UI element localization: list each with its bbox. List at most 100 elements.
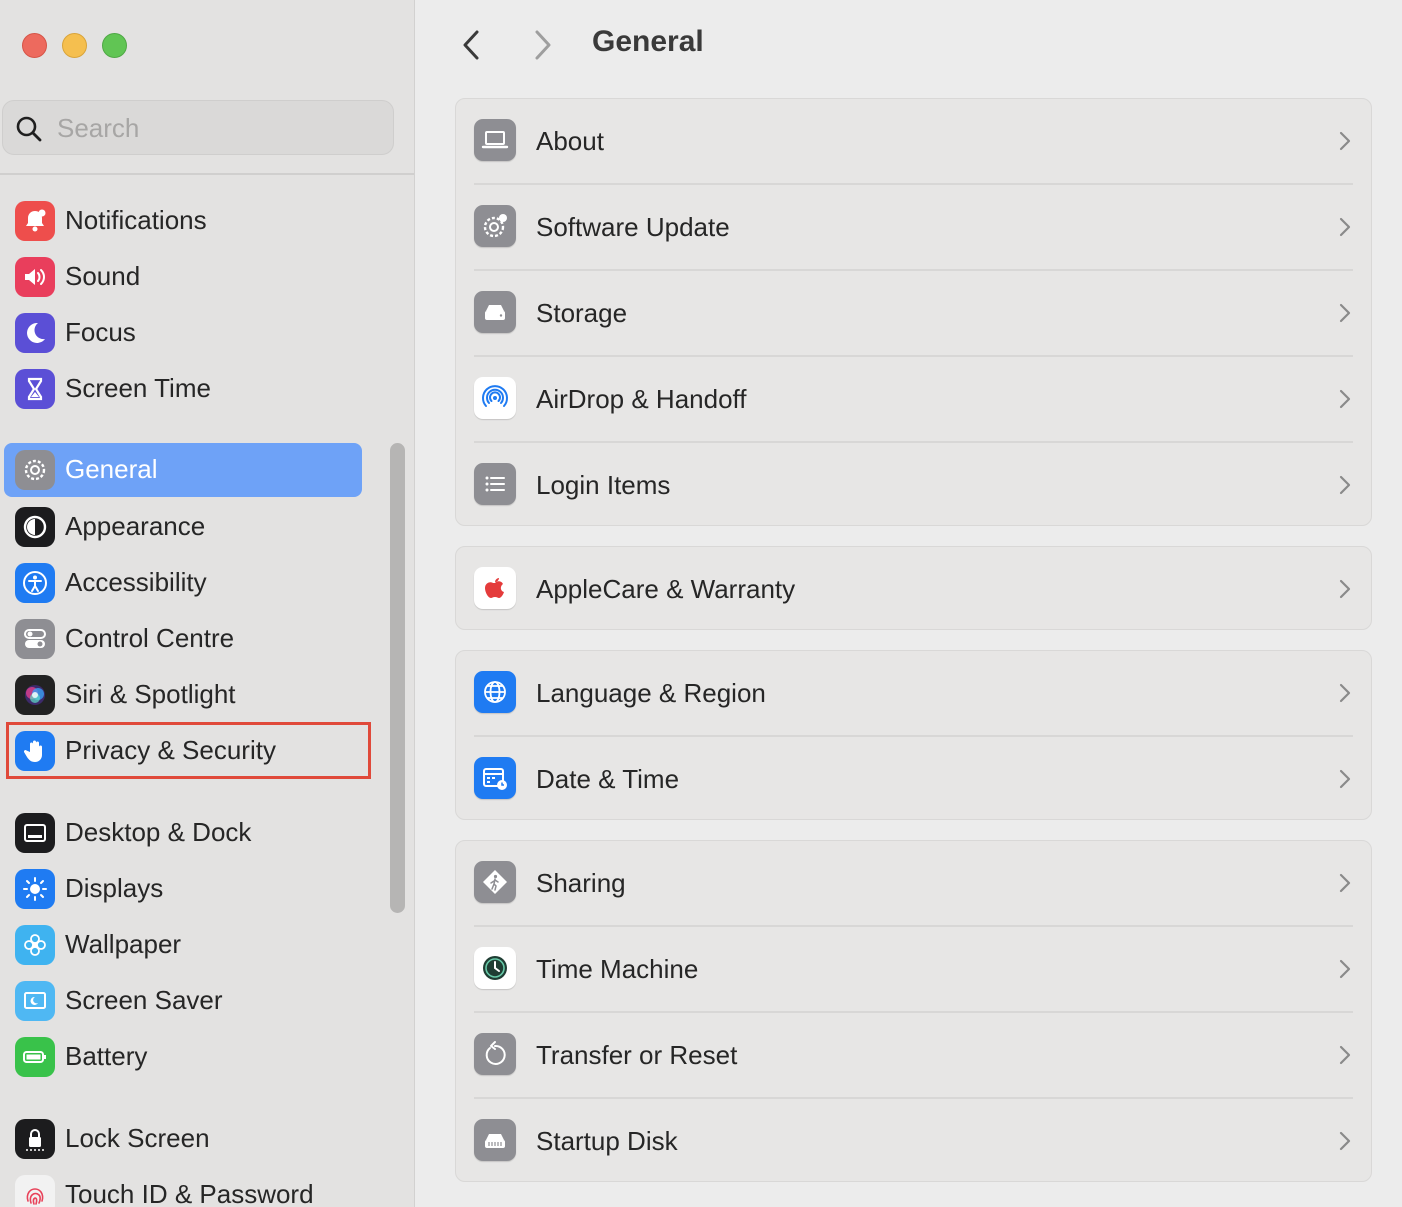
row-storage[interactable]: Storage [456, 271, 1371, 357]
hourglass-icon [15, 369, 55, 409]
speaker-icon [15, 257, 55, 297]
row-date-time[interactable]: Date & Time [456, 737, 1371, 823]
bell-icon [15, 201, 55, 241]
hand-icon [15, 731, 55, 771]
drive-icon [474, 291, 516, 333]
sidebar-item-label: Accessibility [65, 567, 207, 597]
sidebar-item-privacy-security[interactable]: Privacy & Security [4, 724, 362, 778]
chevron-right-icon [1339, 959, 1351, 979]
moon-icon [15, 313, 55, 353]
sidebar-item-touch-id[interactable]: Touch ID & Password [4, 1168, 362, 1207]
sidebar-item-control-centre[interactable]: Control Centre [4, 612, 362, 666]
chevron-right-icon [1339, 1045, 1351, 1065]
chevron-right-icon [1339, 389, 1351, 409]
row-label: About [536, 126, 604, 156]
page-title: General [592, 25, 704, 58]
sidebar-item-accessibility[interactable]: Accessibility [4, 556, 362, 610]
sidebar-item-label: Lock Screen [65, 1123, 210, 1153]
row-label: Transfer or Reset [536, 1040, 738, 1070]
close-button[interactable] [22, 33, 47, 58]
sidebar-item-sound[interactable]: Sound [4, 250, 362, 304]
chevron-right-icon [1339, 579, 1351, 599]
search-input[interactable] [57, 109, 377, 147]
apple-icon [474, 567, 516, 609]
settings-group: Language & Region Date & Time [455, 650, 1372, 820]
globe-icon [474, 671, 516, 713]
sidebar-item-battery[interactable]: Battery [4, 1030, 362, 1084]
settings-group: AppleCare & Warranty [455, 546, 1372, 630]
time-machine-icon [474, 947, 516, 989]
sidebar-item-notifications[interactable]: Notifications [4, 194, 362, 248]
row-label: Storage [536, 298, 628, 328]
settings-group: Sharing Time Machine Transfer or Reset S… [455, 840, 1372, 1182]
chevron-right-icon [1339, 769, 1351, 789]
row-label: Date & Time [536, 764, 680, 794]
row-label: AirDrop & Handoff [536, 384, 747, 414]
back-icon[interactable] [455, 26, 489, 64]
sidebar-divider [0, 173, 414, 175]
row-time-machine[interactable]: Time Machine [456, 927, 1371, 1013]
zoom-button[interactable] [102, 33, 127, 58]
main-pane: General About Software Update Storage Ai… [415, 0, 1402, 1207]
calendar-clock-icon [474, 757, 516, 799]
sidebar-item-desktop-dock[interactable]: Desktop & Dock [4, 806, 362, 860]
sidebar-item-label: Appearance [65, 511, 206, 541]
sidebar-item-displays[interactable]: Displays [4, 862, 362, 916]
sidebar: Notifications Sound Focus Screen Time Ge… [0, 0, 415, 1207]
minimize-button[interactable] [62, 33, 87, 58]
disk-icon [474, 1119, 516, 1161]
row-label: Startup Disk [536, 1126, 678, 1156]
sidebar-item-label: Privacy & Security [65, 735, 276, 765]
chevron-right-icon [1339, 873, 1351, 893]
reset-icon [474, 1033, 516, 1075]
sidebar-item-focus[interactable]: Focus [4, 306, 362, 360]
sidebar-item-label: Siri & Spotlight [65, 679, 236, 709]
search-icon [16, 116, 42, 142]
appearance-icon [15, 507, 55, 547]
sidebar-item-label: Screen Time [65, 373, 211, 403]
airdrop-icon [474, 377, 516, 419]
screensaver-icon [15, 981, 55, 1021]
forward-icon[interactable] [525, 26, 559, 64]
row-label: Sharing [536, 868, 626, 898]
sidebar-item-label: Notifications [65, 205, 207, 235]
battery-icon [15, 1037, 55, 1077]
sidebar-item-screen-time[interactable]: Screen Time [4, 362, 362, 416]
sidebar-item-label: Wallpaper [65, 929, 182, 959]
row-transfer-reset[interactable]: Transfer or Reset [456, 1013, 1371, 1099]
sidebar-item-screen-saver[interactable]: Screen Saver [4, 974, 362, 1028]
row-airdrop-handoff[interactable]: AirDrop & Handoff [456, 357, 1371, 443]
gear-icon [15, 450, 55, 490]
chevron-right-icon [1339, 1131, 1351, 1151]
search-field[interactable] [2, 100, 394, 155]
sidebar-scrollbar[interactable] [390, 443, 405, 913]
sidebar-item-label: Screen Saver [65, 985, 223, 1015]
sidebar-item-label: Control Centre [65, 623, 235, 653]
sidebar-item-siri-spotlight[interactable]: Siri & Spotlight [4, 668, 362, 722]
sidebar-item-wallpaper[interactable]: Wallpaper [4, 918, 362, 972]
chevron-right-icon [1339, 475, 1351, 495]
chevron-right-icon [1339, 217, 1351, 237]
row-about[interactable]: About [456, 99, 1371, 185]
gear-badge-icon [474, 205, 516, 247]
row-label: AppleCare & Warranty [536, 574, 796, 604]
sidebar-item-label: Focus [65, 317, 136, 347]
sharing-icon [474, 861, 516, 903]
sidebar-item-appearance[interactable]: Appearance [4, 500, 362, 554]
row-software-update[interactable]: Software Update [456, 185, 1371, 271]
sidebar-item-lock-screen[interactable]: Lock Screen [4, 1112, 362, 1166]
row-label: Language & Region [536, 678, 766, 708]
chevron-right-icon [1339, 131, 1351, 151]
row-startup-disk[interactable]: Startup Disk [456, 1099, 1371, 1185]
settings-group: About Software Update Storage AirDrop & … [455, 98, 1372, 526]
chevron-right-icon [1339, 683, 1351, 703]
row-login-items[interactable]: Login Items [456, 443, 1371, 529]
sidebar-item-label: Touch ID & Password [65, 1179, 314, 1207]
fingerprint-icon [15, 1175, 55, 1207]
row-sharing[interactable]: Sharing [456, 841, 1371, 927]
row-language-region[interactable]: Language & Region [456, 651, 1371, 737]
row-label: Time Machine [536, 954, 699, 984]
sidebar-item-general[interactable]: General [4, 443, 362, 497]
row-applecare-warranty[interactable]: AppleCare & Warranty [456, 547, 1371, 631]
sidebar-item-label: Desktop & Dock [65, 817, 252, 847]
